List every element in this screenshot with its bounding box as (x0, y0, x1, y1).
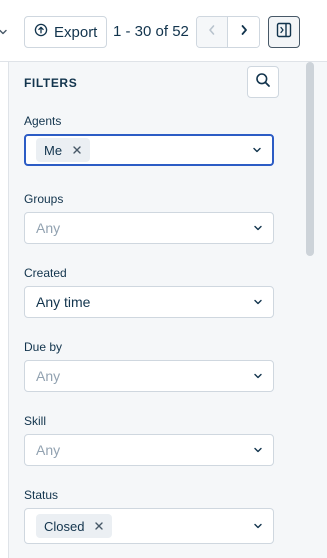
chevron-down-icon (252, 370, 264, 382)
next-page-button[interactable] (228, 17, 259, 47)
status-select[interactable]: Closed (24, 508, 274, 544)
export-icon (34, 23, 48, 42)
remove-chip-icon[interactable] (94, 521, 104, 531)
groups-placeholder: Any (36, 220, 61, 236)
due-by-placeholder: Any (36, 368, 61, 384)
chevron-down-icon (252, 296, 264, 308)
groups-select[interactable]: Any (24, 212, 274, 244)
status-label: Status (24, 488, 59, 502)
created-value: Any time (36, 294, 91, 310)
chip-label: Closed (44, 518, 85, 534)
toolbar: Export 1 - 30 of 52 (0, 0, 327, 62)
search-icon (255, 72, 271, 93)
search-filters-button[interactable] (247, 66, 279, 98)
filters-scrollbar-thumb[interactable] (306, 62, 314, 256)
agents-select[interactable]: Me (24, 134, 274, 166)
chip-label: Me (44, 142, 63, 158)
created-label: Created (24, 266, 67, 280)
filters-title: FILTERS (24, 76, 78, 90)
chevron-down-icon[interactable] (0, 23, 10, 41)
filter-panel-toggle-button[interactable] (268, 16, 300, 48)
chevron-down-icon (251, 144, 263, 156)
pagination-controls (196, 16, 260, 48)
previous-page-button[interactable] (197, 17, 229, 47)
panel-toggle-icon (276, 22, 292, 43)
export-label: Export (54, 23, 98, 41)
groups-label: Groups (24, 192, 64, 206)
remove-chip-icon[interactable] (72, 145, 82, 155)
skill-placeholder: Any (36, 442, 61, 458)
due-by-select[interactable]: Any (24, 360, 274, 392)
chevron-down-icon (252, 520, 264, 532)
status-chip-closed: Closed (36, 514, 113, 538)
skill-select[interactable]: Any (24, 434, 274, 466)
chevron-down-icon (252, 222, 264, 234)
skill-label: Skill (24, 414, 47, 428)
due-by-label: Due by (24, 340, 63, 354)
agents-label: Agents (24, 114, 62, 128)
chevron-left-icon (207, 23, 217, 41)
chevron-right-icon (239, 23, 249, 41)
chevron-down-icon (252, 444, 264, 456)
agent-chip-me: Me (36, 138, 91, 162)
created-select[interactable]: Any time (24, 286, 274, 318)
pagination-range: 1 - 30 of 52 (113, 23, 189, 40)
export-button[interactable]: Export (24, 16, 107, 48)
